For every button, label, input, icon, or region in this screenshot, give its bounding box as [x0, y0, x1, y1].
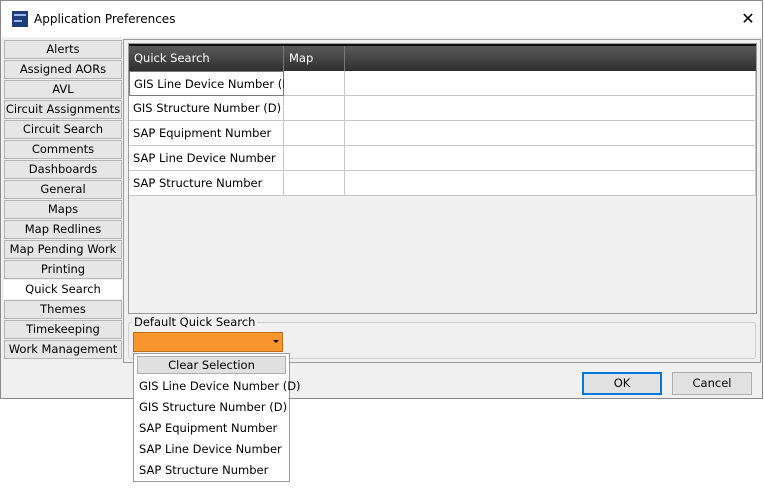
title-bar: Application Preferences ✕	[1, 1, 762, 37]
tab-printing[interactable]: Printing	[4, 260, 122, 279]
cell-map-view[interactable]	[284, 146, 345, 171]
default-quick-search-label: Default Quick Search	[132, 315, 258, 329]
column-header-quick-search[interactable]: Quick Search	[129, 46, 284, 71]
tab-work-management[interactable]: Work Management	[4, 340, 122, 359]
cell-map-view[interactable]	[284, 171, 345, 196]
ok-button[interactable]: OK	[582, 372, 662, 395]
dropdown-option[interactable]: GIS Structure Number (D)	[134, 397, 289, 418]
cell-quick-search[interactable]: SAP Equipment Number	[129, 121, 284, 146]
tab-comments[interactable]: Comments	[4, 140, 122, 159]
cell-map-view[interactable]	[284, 96, 345, 121]
table-row[interactable]: SAP Structure Number	[129, 171, 756, 196]
quick-search-dropdown-list: Clear Selection GIS Line Device Number (…	[133, 353, 301, 482]
dropdown-option[interactable]: SAP Structure Number	[134, 460, 289, 481]
dropdown-option[interactable]: GIS Line Device Number (D)	[134, 376, 301, 397]
cell-map-view[interactable]	[284, 121, 345, 146]
tab-map-pending-work[interactable]: Map Pending Work	[4, 240, 122, 259]
tab-general[interactable]: General	[4, 180, 122, 199]
cell-quick-search[interactable]: GIS Line Device Number (D)	[129, 71, 296, 96]
cancel-button[interactable]: Cancel	[672, 372, 752, 395]
dropdown-option[interactable]: SAP Equipment Number	[134, 418, 289, 439]
tab-circuit-search[interactable]: Circuit Search	[4, 120, 122, 139]
app-icon	[12, 11, 28, 27]
cell-filler	[345, 171, 756, 196]
cell-map-view[interactable]	[284, 71, 345, 96]
table-row[interactable]: GIS Structure Number (D)	[129, 96, 756, 121]
table-row[interactable]: SAP Equipment Number	[129, 121, 756, 146]
grid-header: Quick Search Map View	[129, 44, 756, 90]
cell-quick-search[interactable]: SAP Structure Number	[129, 171, 284, 196]
tab-circuit-assignments[interactable]: Circuit Assignments	[4, 100, 122, 119]
tab-timekeeping[interactable]: Timekeeping	[4, 320, 122, 339]
tab-map-redlines[interactable]: Map Redlines	[4, 220, 122, 239]
tab-dashboards[interactable]: Dashboards	[4, 160, 122, 179]
cell-filler	[345, 96, 756, 121]
cell-filler	[345, 121, 756, 146]
table-row[interactable]: GIS Line Device Number (D)	[129, 71, 756, 96]
tab-quick-search[interactable]: Quick Search	[4, 280, 122, 299]
clear-selection-button[interactable]: Clear Selection	[137, 356, 286, 374]
cell-filler	[345, 71, 756, 96]
tab-maps[interactable]: Maps	[4, 200, 122, 219]
tab-assigned-aors[interactable]: Assigned AORs	[4, 60, 122, 79]
cell-quick-search[interactable]: GIS Structure Number (D)	[129, 96, 284, 121]
default-quick-search-combo[interactable]	[133, 332, 283, 352]
chevron-down-icon[interactable]	[273, 340, 279, 343]
cell-filler	[345, 146, 756, 171]
cell-quick-search[interactable]: SAP Line Device Number	[129, 146, 284, 171]
window-title: Application Preferences	[34, 12, 176, 26]
table-row[interactable]: SAP Line Device Number	[129, 146, 756, 171]
quick-search-grid: Quick Search Map View GIS Line Device Nu…	[128, 43, 757, 314]
tab-alerts[interactable]: Alerts	[4, 40, 122, 59]
preferences-tabs: Alerts Assigned AORs AVL Circuit Assignm…	[4, 40, 122, 360]
tab-themes[interactable]: Themes	[4, 300, 122, 319]
dropdown-option[interactable]: SAP Line Device Number	[134, 439, 289, 460]
column-header-map-view[interactable]: Map View	[284, 46, 345, 90]
close-icon[interactable]: ✕	[735, 9, 761, 29]
tab-avl[interactable]: AVL	[4, 80, 122, 99]
